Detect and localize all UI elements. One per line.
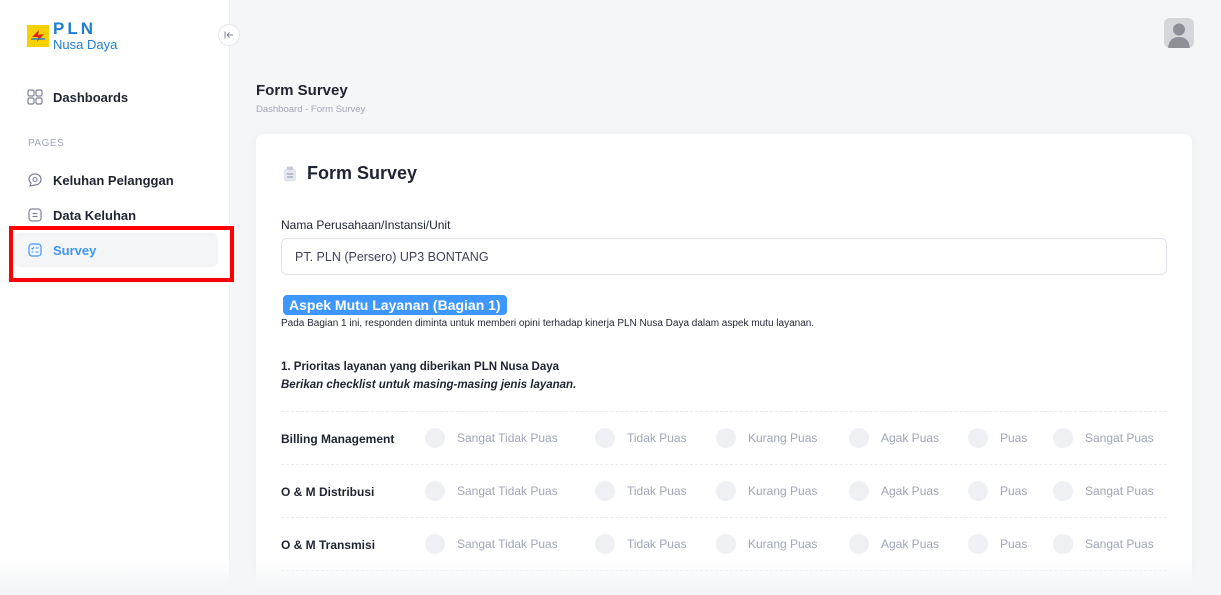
rating-option-puas[interactable]: Puas — [968, 534, 1027, 554]
topbar — [231, 0, 1221, 68]
radio-button[interactable] — [425, 428, 445, 448]
radio-button[interactable] — [1053, 428, 1073, 448]
sidebar-item-label: Data Keluhan — [53, 207, 137, 223]
grid-icon — [27, 89, 43, 105]
rating-option-label: Sangat Puas — [1085, 431, 1154, 445]
rating-option-label: Sangat Tidak Puas — [457, 431, 558, 445]
scroll-fade — [0, 560, 1221, 595]
avatar[interactable] — [1164, 18, 1194, 48]
rating-option-label: Sangat Puas — [1085, 537, 1154, 551]
pln-logo-icon — [27, 24, 49, 47]
radio-button[interactable] — [595, 428, 615, 448]
row-label: O & M Distribusi — [281, 485, 375, 499]
radio-button[interactable] — [1053, 481, 1073, 501]
form-title-text: Form Survey — [307, 163, 418, 183]
row-label: O & M Transmisi — [281, 538, 376, 552]
row-label: Billing Management — [281, 432, 395, 446]
radio-button[interactable] — [849, 534, 869, 554]
rating-option-sangat-puas[interactable]: Sangat Puas — [1053, 428, 1154, 448]
rating-option-label: Kurang Puas — [748, 537, 818, 551]
highlight-box — [9, 226, 234, 282]
nav-section-label: PAGES — [28, 138, 65, 149]
radio-button[interactable] — [968, 481, 988, 501]
rating-option-label: Puas — [1000, 431, 1028, 445]
sidebar-collapse-button[interactable] — [218, 24, 240, 46]
rating-option-label: Agak Puas — [881, 431, 940, 445]
sidebar-item-label: Dashboards — [53, 89, 129, 105]
rating-option-label: Puas — [1000, 537, 1028, 551]
page-title: Form Survey — [256, 82, 348, 99]
sidebar-item-label: Keluhan Pelanggan — [53, 172, 174, 188]
document-icon — [28, 208, 42, 222]
form-title: Form Survey — [283, 163, 417, 184]
rating-option-label: Sangat Tidak Puas — [457, 537, 558, 551]
collapse-left-icon — [224, 31, 233, 39]
rating-option-agak-puas[interactable]: Agak Puas — [849, 428, 939, 448]
company-field-label: Nama Perusahaan/Instansi/Unit — [281, 218, 451, 232]
radio-button[interactable] — [849, 481, 869, 501]
rating-option-tidak-puas[interactable]: Tidak Puas — [595, 534, 687, 554]
breadcrumb: Dashboard - Form Survey — [256, 104, 366, 115]
rating-option-puas[interactable]: Puas — [968, 428, 1027, 448]
radio-button[interactable] — [425, 481, 445, 501]
rating-option-label: Sangat Puas — [1085, 484, 1154, 498]
rating-option-kurang-puas[interactable]: Kurang Puas — [716, 428, 817, 448]
sidebar: PLN Nusa Daya Dashboards PAGES Keluhan P… — [0, 0, 230, 595]
clipboard-icon — [284, 166, 296, 181]
rating-option-sangat-tidak-puas[interactable]: Sangat Tidak Puas — [425, 428, 558, 448]
rating-option-kurang-puas[interactable]: Kurang Puas — [716, 481, 817, 501]
radio-button[interactable] — [425, 534, 445, 554]
brand-name: PLN — [53, 19, 96, 38]
rating-option-label: Tidak Puas — [627, 484, 687, 498]
question-title: 1. Prioritas layanan yang diberikan PLN … — [281, 361, 560, 373]
rating-option-label: Tidak Puas — [627, 537, 687, 551]
rating-option-sangat-puas[interactable]: Sangat Puas — [1053, 534, 1154, 554]
radio-button[interactable] — [1053, 534, 1073, 554]
section-title: Aspek Mutu Layanan (Bagian 1) — [283, 295, 507, 315]
table-row: O & M Distribusi Sangat Tidak Puas Tidak P… — [281, 464, 1167, 517]
rating-option-tidak-puas[interactable]: Tidak Puas — [595, 481, 687, 501]
radio-button[interactable] — [595, 481, 615, 501]
rating-option-puas[interactable]: Puas — [968, 481, 1027, 501]
company-field[interactable] — [281, 238, 1167, 275]
rating-option-sangat-tidak-puas[interactable]: Sangat Tidak Puas — [425, 481, 558, 501]
rating-option-sangat-tidak-puas[interactable]: Sangat Tidak Puas — [425, 534, 558, 554]
brand-subtitle: Nusa Daya — [53, 37, 118, 52]
rating-option-agak-puas[interactable]: Agak Puas — [849, 481, 939, 501]
radio-button[interactable] — [849, 428, 869, 448]
form-card: Form Survey Nama Perusahaan/Instansi/Uni… — [256, 134, 1192, 595]
rating-option-agak-puas[interactable]: Agak Puas — [849, 534, 939, 554]
user-avatar-icon — [1168, 23, 1190, 48]
radio-button[interactable] — [968, 428, 988, 448]
message-icon — [28, 173, 42, 187]
table-row: Billing Management Sangat Tidak Puas Tidak… — [281, 411, 1167, 464]
question-hint: Berikan checklist untuk masing-masing je… — [281, 379, 577, 391]
rating-option-label: Puas — [1000, 484, 1028, 498]
rating-option-label: Kurang Puas — [748, 431, 818, 445]
rating-option-label: Kurang Puas — [748, 484, 818, 498]
rating-option-kurang-puas[interactable]: Kurang Puas — [716, 534, 817, 554]
radio-button[interactable] — [716, 481, 736, 501]
radio-button[interactable] — [716, 534, 736, 554]
radio-button[interactable] — [595, 534, 615, 554]
rating-option-label: Tidak Puas — [627, 431, 687, 445]
rating-option-label: Agak Puas — [881, 484, 940, 498]
rating-option-label: Sangat Tidak Puas — [457, 484, 558, 498]
rating-option-sangat-puas[interactable]: Sangat Puas — [1053, 481, 1154, 501]
rating-option-label: Agak Puas — [881, 537, 940, 551]
section-description: Pada Bagian 1 ini, responden diminta unt… — [281, 318, 815, 329]
radio-button[interactable] — [968, 534, 988, 554]
rating-option-tidak-puas[interactable]: Tidak Puas — [595, 428, 687, 448]
sidebar-item-keluhan-pelanggan[interactable]: Keluhan Pelanggan — [27, 172, 174, 188]
sidebar-item-dashboards[interactable]: Dashboards — [27, 89, 128, 105]
radio-button[interactable] — [716, 428, 736, 448]
sidebar-item-data-keluhan[interactable]: Data Keluhan — [27, 207, 136, 223]
brand-logo[interactable]: PLN Nusa Daya — [27, 20, 117, 51]
